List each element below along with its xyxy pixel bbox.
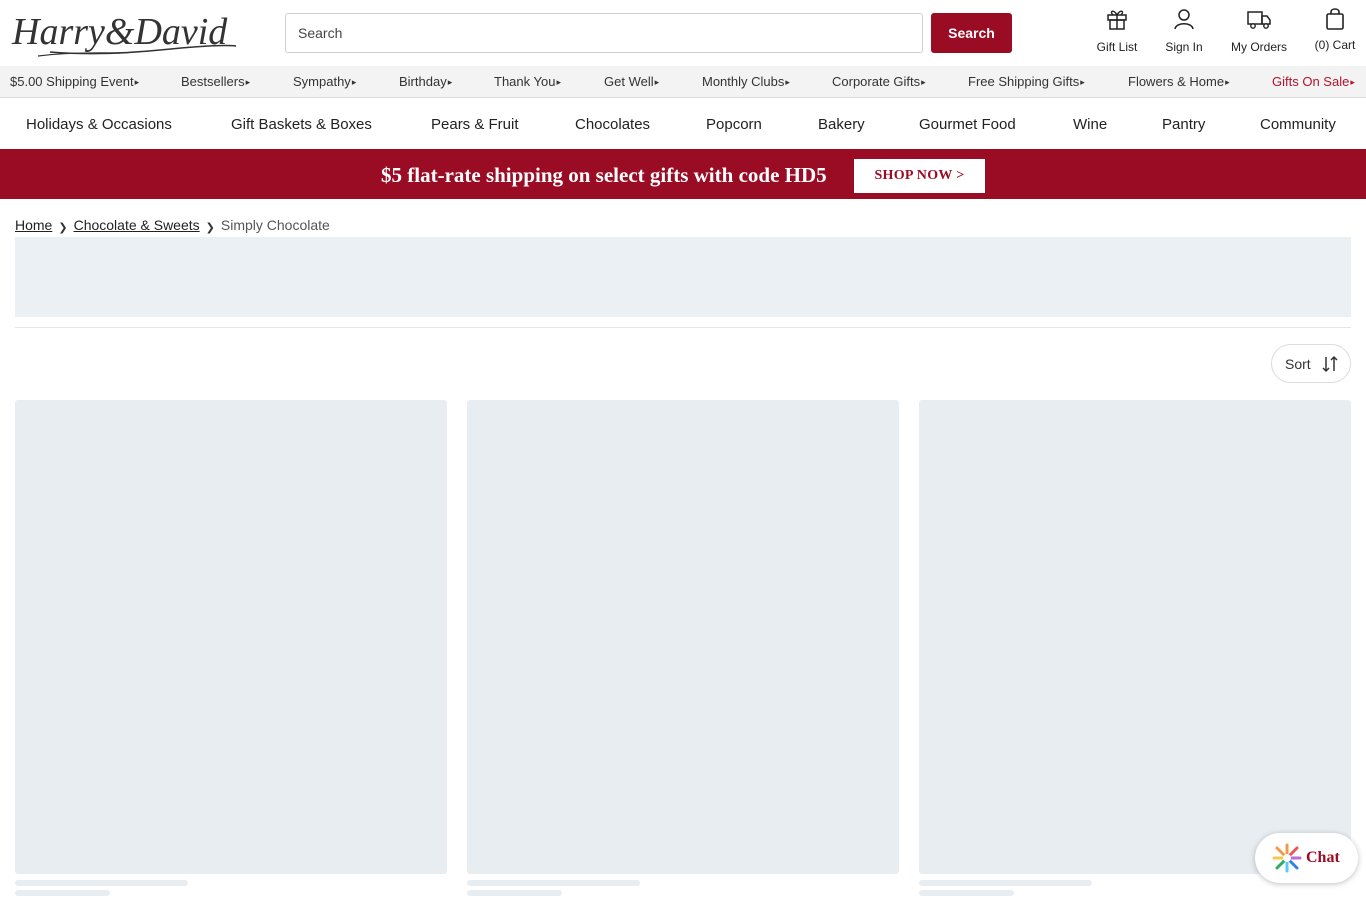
promo-item-corporate-gifts[interactable]: Corporate Gifts▸ bbox=[832, 74, 926, 89]
product-title-placeholder bbox=[15, 880, 188, 886]
caret-right-icon: ▸ bbox=[1080, 77, 1085, 87]
search-input[interactable] bbox=[286, 14, 922, 52]
sort-label: Sort bbox=[1285, 355, 1311, 372]
category-popcorn[interactable]: Popcorn bbox=[706, 116, 762, 133]
breadcrumb-current: Simply Chocolate bbox=[220, 217, 330, 233]
category-hero-placeholder bbox=[15, 237, 1351, 317]
category-gift-baskets-boxes[interactable]: Gift Baskets & Boxes bbox=[231, 116, 372, 133]
promo-item-gifts-on-sale[interactable]: Gifts On Sale▸ bbox=[1272, 74, 1355, 89]
promo-item-shipping-event[interactable]: $5.00 Shipping Event▸ bbox=[10, 74, 139, 89]
product-card-placeholder bbox=[919, 400, 1351, 874]
category-bakery[interactable]: Bakery bbox=[818, 116, 865, 133]
caret-right-icon: ▸ bbox=[1350, 77, 1355, 87]
promo-banner-text: $5 flat-rate shipping on select gifts wi… bbox=[381, 163, 827, 187]
site-header: Harry&David Search Gift List Sign In bbox=[0, 0, 1366, 66]
promo-item-label: $5.00 Shipping Event bbox=[10, 74, 134, 89]
harry-and-david-logo[interactable]: Harry&David bbox=[10, 6, 240, 58]
promo-item-flowers-home[interactable]: Flowers & Home▸ bbox=[1128, 74, 1230, 89]
breadcrumb-chocolate-sweets-link[interactable]: Chocolate & Sweets bbox=[74, 217, 200, 233]
product-price-placeholder bbox=[467, 890, 562, 896]
breadcrumb: Home ❯ Chocolate & Sweets ❯ Simply Chocolate bbox=[15, 217, 330, 234]
promo-item-label: Thank You bbox=[494, 74, 556, 89]
promo-item-label: Birthday bbox=[399, 74, 447, 89]
sign-in-label: Sign In bbox=[1165, 40, 1203, 54]
promo-item-label: Corporate Gifts bbox=[832, 74, 921, 89]
sort-button[interactable]: Sort bbox=[1271, 344, 1351, 383]
my-orders-link[interactable]: My Orders bbox=[1225, 6, 1293, 60]
cart-link[interactable]: (0) Cart bbox=[1310, 6, 1360, 60]
sort-arrows-icon bbox=[1322, 355, 1338, 372]
promo-item-sympathy[interactable]: Sympathy▸ bbox=[293, 74, 356, 89]
category-pears-fruit[interactable]: Pears & Fruit bbox=[431, 116, 519, 133]
promo-item-label: Free Shipping Gifts bbox=[968, 74, 1080, 89]
sign-in-link[interactable]: Sign In bbox=[1161, 6, 1207, 60]
promo-item-label: Flowers & Home bbox=[1128, 74, 1225, 89]
promo-nav: $5.00 Shipping Event▸ Bestsellers▸ Sympa… bbox=[0, 66, 1366, 98]
promo-item-label: Gifts On Sale bbox=[1272, 74, 1350, 89]
promo-item-free-shipping-gifts[interactable]: Free Shipping Gifts▸ bbox=[968, 74, 1085, 89]
gift-list-link[interactable]: Gift List bbox=[1092, 6, 1142, 60]
breadcrumb-home-link[interactable]: Home bbox=[15, 217, 52, 233]
caret-right-icon: ▸ bbox=[785, 77, 790, 87]
category-nav: Holidays & Occasions Gift Baskets & Boxe… bbox=[0, 99, 1366, 149]
caret-right-icon: ▸ bbox=[134, 77, 140, 87]
caret-right-icon: ▸ bbox=[556, 77, 561, 87]
user-icon bbox=[1174, 9, 1194, 30]
product-title-placeholder bbox=[919, 880, 1092, 886]
product-card-placeholder bbox=[15, 400, 447, 874]
gift-list-label: Gift List bbox=[1096, 40, 1138, 54]
chevron-right-icon: ❯ bbox=[205, 222, 215, 234]
product-price-placeholder bbox=[15, 890, 110, 896]
chat-button[interactable]: Chat bbox=[1255, 833, 1358, 883]
truck-icon bbox=[1247, 11, 1271, 29]
gift-icon bbox=[1107, 10, 1127, 30]
category-community[interactable]: Community bbox=[1260, 116, 1336, 133]
promo-item-bestsellers[interactable]: Bestsellers▸ bbox=[181, 74, 250, 89]
caret-right-icon: ▸ bbox=[921, 77, 926, 87]
category-pantry[interactable]: Pantry bbox=[1162, 116, 1205, 133]
product-title-placeholder bbox=[467, 880, 640, 886]
cart-label: (0) Cart bbox=[1314, 38, 1356, 52]
promo-item-label: Sympathy bbox=[293, 74, 351, 89]
promo-item-label: Bestsellers bbox=[181, 74, 245, 89]
caret-right-icon: ▸ bbox=[654, 77, 660, 87]
product-price-placeholder bbox=[919, 890, 1014, 896]
shopping-bag-icon bbox=[1326, 8, 1344, 30]
category-chocolates[interactable]: Chocolates bbox=[575, 116, 650, 133]
category-gourmet-food[interactable]: Gourmet Food bbox=[919, 116, 1016, 133]
chat-label: Chat bbox=[1306, 849, 1340, 866]
promo-banner: $5 flat-rate shipping on select gifts wi… bbox=[0, 149, 1366, 199]
promo-item-birthday[interactable]: Birthday▸ bbox=[399, 74, 452, 89]
category-wine[interactable]: Wine bbox=[1073, 116, 1107, 133]
category-holidays-occasions[interactable]: Holidays & Occasions bbox=[26, 116, 172, 133]
divider bbox=[15, 327, 1351, 328]
product-card-placeholder bbox=[467, 400, 899, 874]
logo-wordmark: Harry&David bbox=[11, 11, 237, 57]
shop-now-button[interactable]: SHOP NOW > bbox=[854, 159, 985, 193]
promo-item-label: Monthly Clubs bbox=[702, 74, 785, 89]
promo-item-get-well[interactable]: Get Well▸ bbox=[604, 74, 659, 89]
chat-sparkle-icon bbox=[1272, 843, 1302, 873]
caret-right-icon: ▸ bbox=[351, 77, 357, 87]
caret-right-icon: ▸ bbox=[1225, 77, 1230, 87]
promo-item-monthly-clubs[interactable]: Monthly Clubs▸ bbox=[702, 74, 790, 89]
promo-item-thank-you[interactable]: Thank You▸ bbox=[494, 74, 561, 89]
search-field[interactable] bbox=[285, 13, 923, 53]
chevron-right-icon: ❯ bbox=[58, 222, 68, 234]
caret-right-icon: ▸ bbox=[245, 77, 251, 87]
search-button[interactable]: Search bbox=[931, 13, 1012, 53]
caret-right-icon: ▸ bbox=[447, 77, 453, 87]
promo-item-label: Get Well bbox=[604, 74, 654, 89]
my-orders-label: My Orders bbox=[1230, 40, 1287, 54]
